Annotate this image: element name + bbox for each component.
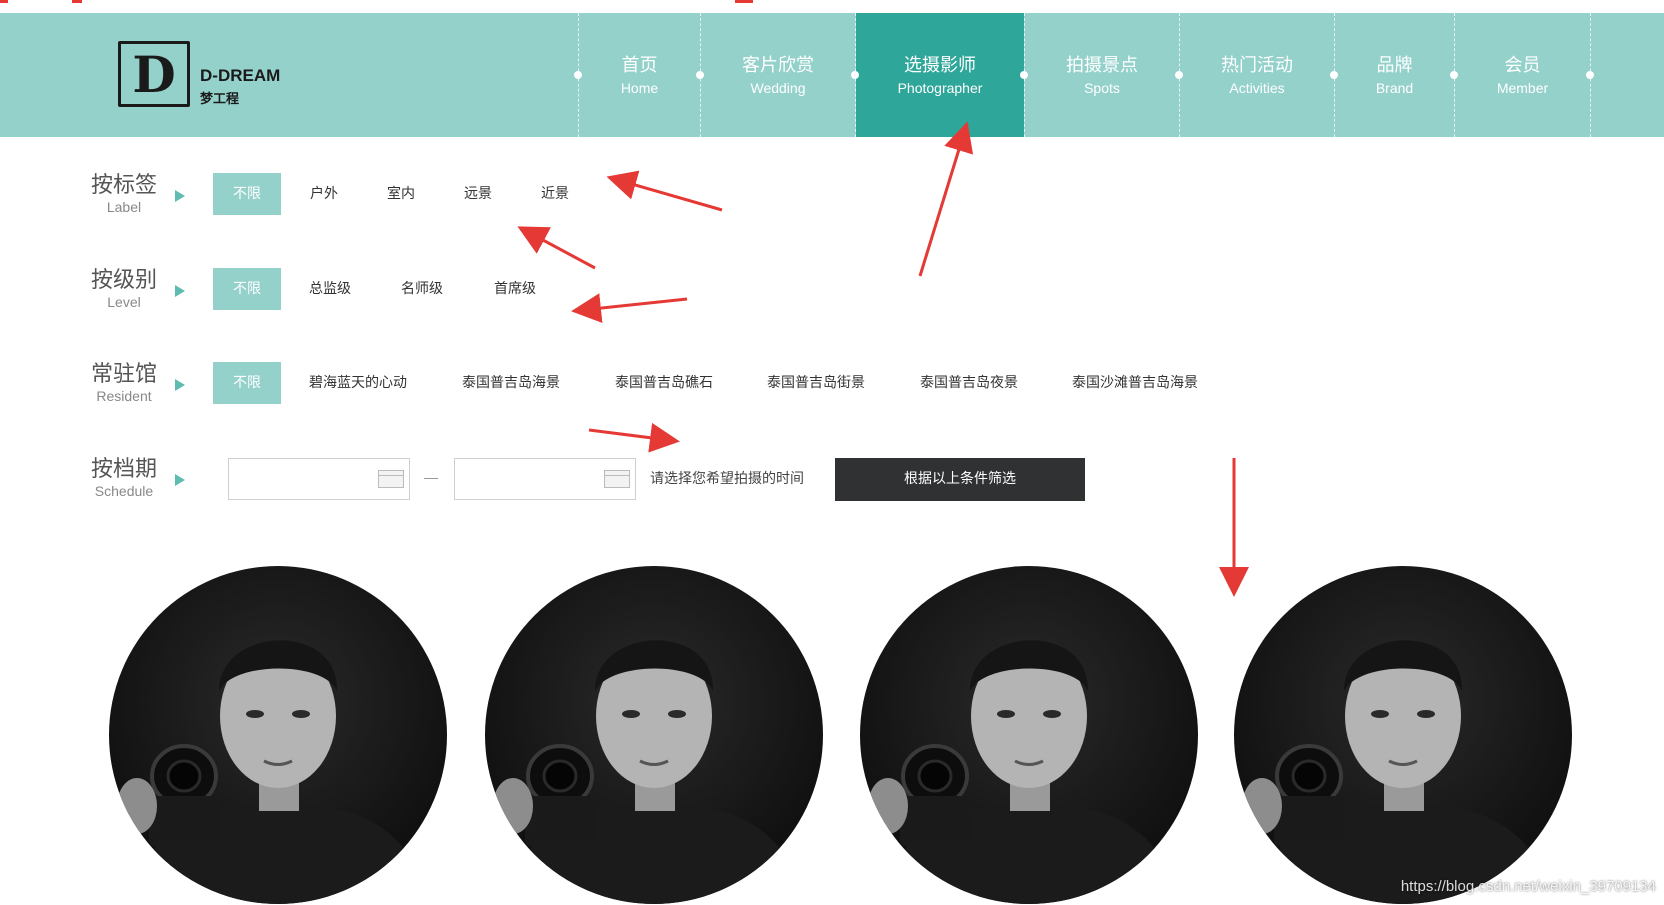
annotation-arrow [517,226,596,270]
annotation-arrow [571,293,688,324]
annotation-arrow [606,170,723,212]
annotation-arrow [918,121,974,277]
watermark: https://blog.csdn.net/weixin_39709134 [1400,878,1656,895]
annotation-arrow [588,422,680,453]
annotation-arrows [517,121,1249,597]
